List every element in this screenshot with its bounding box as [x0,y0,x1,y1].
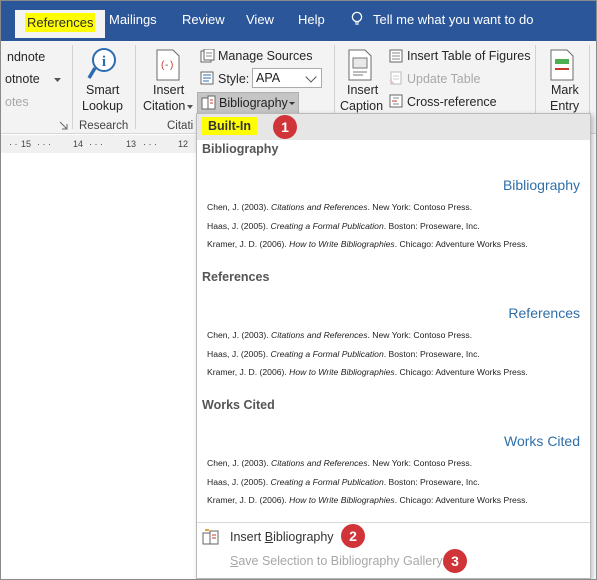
bibliography-gallery: Built-In 1 Bibliography Bibliography Che… [196,113,591,579]
insert-caption-icon [348,49,372,81]
smart-lookup-icon: i [87,48,116,79]
update-table-button[interactable]: Update Table [407,72,480,86]
mark-entry-label-2[interactable]: Entry [550,99,579,113]
callout-badge-1: 1 [273,115,297,139]
gallery-item-heading: Works Cited [504,433,580,449]
cross-reference-icon [389,94,403,108]
next-footnote-button[interactable]: otnote [5,72,40,86]
chevron-down-icon [187,105,193,109]
tab-references[interactable]: References [15,10,106,38]
insert-endnote-button[interactable]: ndnote [7,50,45,64]
cross-reference-button[interactable]: Cross-reference [407,95,497,109]
callout-badge-3: 3 [443,549,467,573]
insert-table-of-figures-button[interactable]: Insert Table of Figures [407,49,530,63]
chevron-down-icon [289,102,295,105]
insert-bibliography-icon [202,529,219,545]
citation-style-value: APA [256,71,281,85]
manage-sources-button[interactable]: Manage Sources [218,49,313,63]
style-label: Style: [218,72,250,86]
svg-text:): ) [170,60,173,71]
tell-me-box[interactable]: Tell me what you want to do [351,11,533,27]
citation-entry: Chen, J. (2003). Citations and Reference… [207,458,473,468]
built-in-label: Built-In [202,117,258,135]
citation-style-dropdown[interactable]: APA [252,68,322,88]
insert-bibliography-label: Insert Bibliography [230,530,334,544]
gallery-item-heading: Bibliography [502,177,580,193]
gallery-item-label: Bibliography [202,142,279,156]
citation-entry: Chen, J. (2003). Citations and Reference… [207,202,473,212]
gallery-item-heading: References [508,305,580,321]
gallery-item-label: References [202,270,270,284]
save-selection-menu-item[interactable]: Save Selection to Bibliography Gallery..… [197,551,590,573]
research-group-label: Research [79,120,129,132]
manage-sources-icon [200,49,215,63]
citation-entry: Kramer, J. D. (2006). How to Write Bibli… [207,495,528,505]
insert-caption-label-2[interactable]: Caption [340,99,383,113]
insert-citation-icon: ( - ) [156,49,180,81]
save-selection-label: Save Selection to Bibliography Gallery..… [230,554,453,568]
mark-entry-icon [550,49,574,81]
chevron-down-icon [54,78,61,82]
bibliography-label: Bibliography [219,96,288,110]
tab-view[interactable]: View [246,12,274,27]
table-of-figures-icon [389,49,403,63]
menu-separator [197,522,590,523]
bibliography-button[interactable]: Bibliography [197,92,299,114]
ruler-mark: 15 [21,139,32,149]
group-separator [135,45,136,129]
horizontal-ruler: · · 15 · · · 14 · · · 13 · · · 12 [1,135,197,153]
style-icon [200,71,214,85]
insert-citation-label-2[interactable]: Citation [143,99,185,113]
citation-entry: Haas, J. (2005). Creating a Formal Publi… [207,221,480,231]
ribbon-tab-bar: References Mailings Review View Help Tel… [1,1,596,41]
citation-entry: Kramer, J. D. (2006). How to Write Bibli… [207,239,528,249]
chevron-down-icon [305,71,317,83]
callout-badge-2: 2 [341,524,365,548]
citation-entry: Chen, J. (2003). Citations and Reference… [207,330,473,340]
show-notes-button[interactable]: otes [5,95,29,109]
update-table-icon [389,71,402,85]
tab-review[interactable]: Review [182,12,225,27]
svg-text:i: i [102,54,106,70]
citation-entry: Kramer, J. D. (2006). How to Write Bibli… [207,367,528,377]
tell-me-text: Tell me what you want to do [373,12,534,27]
group-separator [72,45,73,129]
lightbulb-icon [351,11,363,25]
bibliography-icon [201,95,216,110]
mark-entry-label-1[interactable]: Mark [551,83,579,97]
insert-bibliography-menu-item[interactable]: Insert Bibliography [197,527,590,549]
insert-citation-label-1[interactable]: Insert [153,83,184,97]
word-window: References Mailings Review View Help Tel… [0,0,597,580]
insert-caption-label-1[interactable]: Insert [347,83,378,97]
gallery-item-label: Works Cited [202,398,275,412]
ruler-mark: 14 [73,139,84,149]
ruler-mark: 13 [126,139,137,149]
smart-lookup-label-1[interactable]: Smart [86,83,119,97]
citations-group-label: Citati [167,120,194,132]
citation-entry: Haas, J. (2005). Creating a Formal Publi… [207,477,480,487]
tab-mailings[interactable]: Mailings [109,12,157,27]
svg-text:-: - [165,60,168,71]
dialog-launcher-icon[interactable] [59,121,68,130]
tab-help[interactable]: Help [298,12,325,27]
smart-lookup-label-2[interactable]: Lookup [82,99,123,113]
ruler-mark: 12 [178,139,189,149]
citation-entry: Haas, J. (2005). Creating a Formal Publi… [207,349,480,359]
gallery-category-header: Built-In [197,114,590,140]
tab-references-label: References [25,13,96,32]
